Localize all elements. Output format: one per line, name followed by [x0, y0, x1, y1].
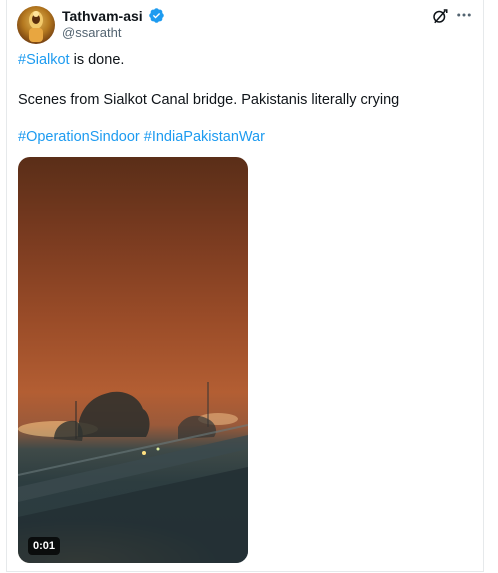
hashtag-operation-sindoor[interactable]: #OperationSindoor	[18, 129, 140, 145]
hashtag-india-pakistan-war[interactable]: #IndiaPakistanWar	[144, 129, 265, 145]
grok-icon[interactable]	[431, 7, 449, 25]
tweet-text-rest: is done.	[69, 52, 125, 68]
video-duration-badge: 0:01	[28, 537, 61, 555]
video-player[interactable]	[18, 157, 248, 563]
tweet-text-line1: #Sialkot is done.	[18, 52, 124, 68]
avatar-deity-icon	[29, 11, 43, 42]
verified-badge-icon	[149, 8, 164, 23]
more-dots-icon[interactable]	[455, 6, 473, 24]
video-frame-night-fire	[18, 382, 248, 563]
display-name[interactable]: Tathvam-asi	[62, 8, 143, 24]
tweet-card: Tathvam-asi @ssaratht #Sialkot is done. …	[6, 0, 484, 572]
hashtag-sialkot[interactable]: #Sialkot	[18, 52, 70, 68]
avatar[interactable]	[17, 6, 55, 44]
tweet-text-line2: Scenes from Sialkot Canal bridge. Pakist…	[18, 92, 400, 108]
user-handle[interactable]: @ssaratht	[62, 25, 121, 40]
tweet-hashtags: #OperationSindoor #IndiaPakistanWar	[18, 129, 265, 145]
